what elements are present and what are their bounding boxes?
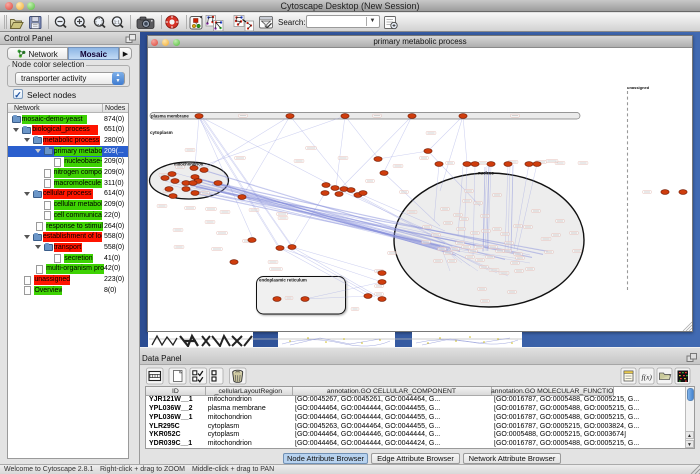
svg-text:unassigned: unassigned (627, 85, 650, 90)
svg-text:cytoplasm: cytoplasm (150, 130, 173, 135)
svg-text:nucleus: nucleus (478, 171, 494, 176)
svg-text:1:1: 1:1 (114, 19, 121, 24)
svg-text:endoplasmic reticulum: endoplasmic reticulum (259, 278, 307, 283)
svg-text:mitochondrion: mitochondrion (174, 162, 204, 167)
svg-text:f(x): f(x) (642, 373, 653, 382)
svg-text:plasma membrane: plasma membrane (151, 114, 189, 119)
